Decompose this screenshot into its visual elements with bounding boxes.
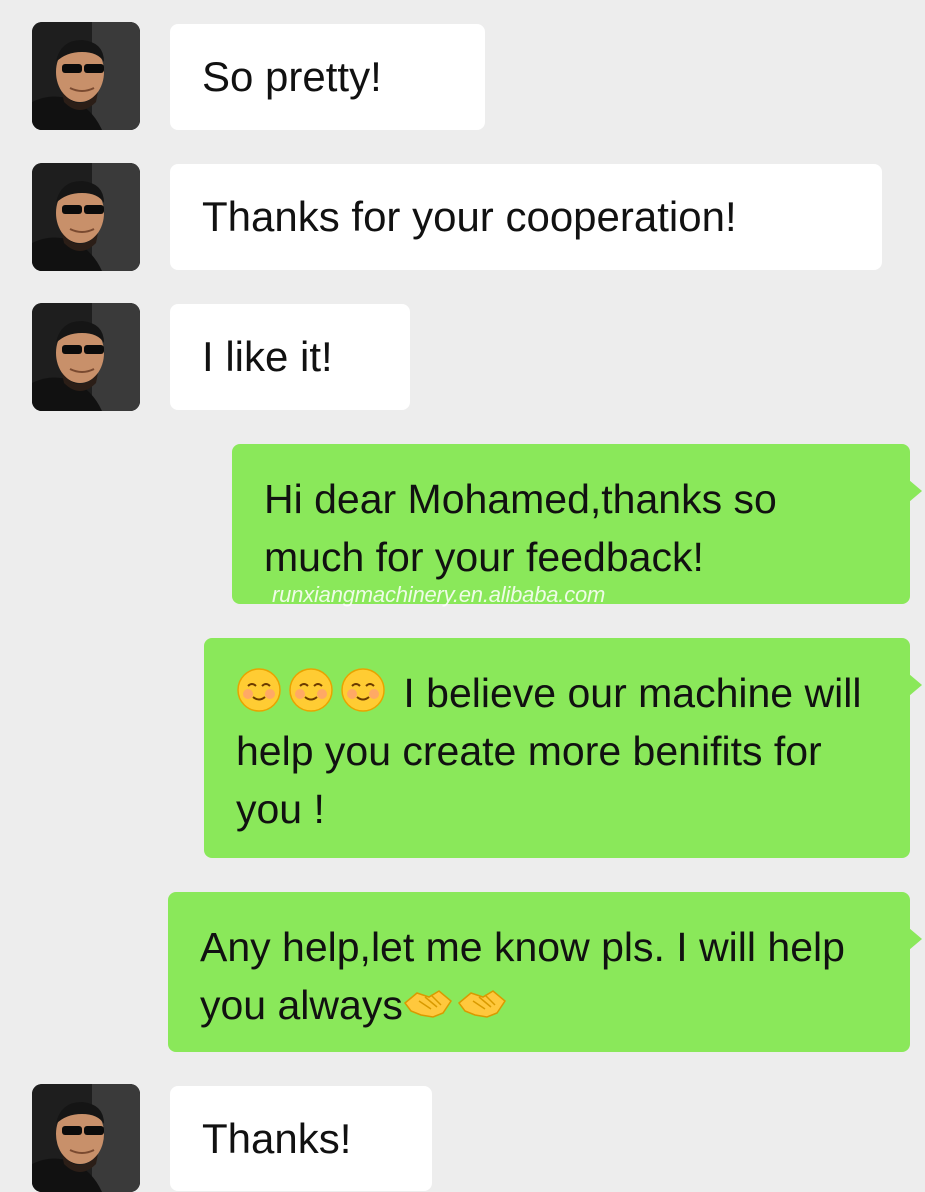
message-text: I like it!: [202, 333, 333, 380]
message-text: Any help,let me know pls. I will help yo…: [200, 924, 857, 1028]
outgoing-message-bubble[interactable]: Hi dear Mohamed,thanks so much for your …: [232, 444, 922, 604]
incoming-message-bubble[interactable]: Thanks for your cooperation!: [170, 164, 882, 270]
smiling-face-icon: [288, 667, 334, 713]
watermark-text: runxiangmachinery.en.alibaba.com: [272, 582, 606, 607]
contact-avatar[interactable]: [32, 163, 140, 271]
avatar-image: [32, 303, 140, 411]
incoming-message-bubble[interactable]: So pretty!: [170, 24, 485, 130]
contact-avatar[interactable]: [32, 303, 140, 411]
incoming-message-bubble[interactable]: I like it!: [170, 304, 410, 410]
message-text: Thanks!: [202, 1114, 352, 1162]
smiling-face-icon: [236, 667, 282, 713]
contact-avatar[interactable]: [32, 1084, 140, 1192]
smiling-face-icon: [340, 667, 386, 713]
avatar-image: [32, 1084, 140, 1192]
contact-avatar[interactable]: [32, 22, 140, 130]
handshake-icon: [403, 983, 453, 1023]
message-text: Hi dear Mohamed,thanks so much for your …: [264, 476, 789, 580]
avatar-image: [32, 22, 140, 130]
outgoing-message-bubble[interactable]: I believe our machine will help you crea…: [204, 638, 922, 858]
chat-thread[interactable]: So pretty! Thanks for your cooperation! …: [0, 0, 925, 1192]
avatar-image: [32, 163, 140, 271]
incoming-message-bubble[interactable]: Thanks!: [170, 1086, 432, 1191]
handshake-icon: [457, 983, 507, 1023]
outgoing-message-bubble[interactable]: Any help,let me know pls. I will help yo…: [168, 892, 922, 1052]
message-text: So pretty!: [202, 53, 382, 100]
message-text: Thanks for your cooperation!: [202, 193, 737, 240]
